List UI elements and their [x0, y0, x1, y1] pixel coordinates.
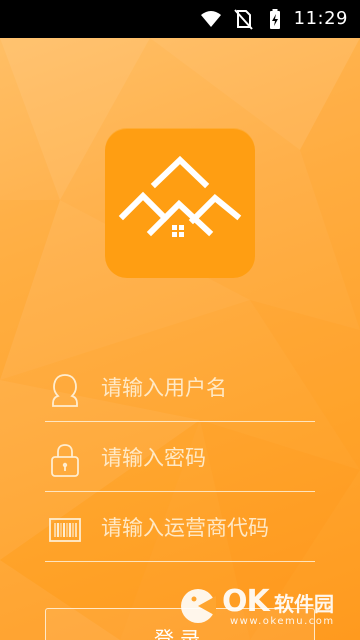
battery-charging-icon	[270, 9, 280, 29]
login-button-label: 登录	[154, 627, 206, 640]
password-input[interactable]	[101, 440, 311, 476]
watermark-brand: OK	[222, 584, 270, 619]
app-logo	[105, 128, 255, 278]
password-field-row	[45, 426, 315, 492]
login-screen: 11:29 请输入用户名 请输入运营商代码 登录 OK 软件园 www.okem…	[0, 0, 360, 640]
status-bar: 11:29	[0, 0, 360, 38]
operator-code-input[interactable]	[101, 510, 311, 546]
padlock-icon	[51, 444, 79, 477]
barcode-icon	[49, 518, 81, 542]
house-roofs-logo-icon	[118, 155, 242, 237]
watermark-name: 软件园	[274, 592, 334, 616]
status-time: 11:29	[293, 8, 348, 29]
username-input[interactable]	[101, 370, 311, 406]
watermark-url: www.okemu.com	[230, 616, 335, 627]
no-sim-icon	[234, 9, 253, 30]
user-avatar-icon	[52, 374, 78, 407]
operator-code-underline	[45, 561, 315, 562]
username-field-row	[45, 356, 315, 422]
operator-code-field-row	[45, 496, 315, 562]
username-underline	[45, 421, 315, 422]
password-underline	[45, 491, 315, 492]
watermark: OK 软件园 www.okemu.com	[178, 584, 360, 627]
pacman-face-icon	[181, 589, 216, 623]
wifi-icon	[201, 11, 221, 27]
